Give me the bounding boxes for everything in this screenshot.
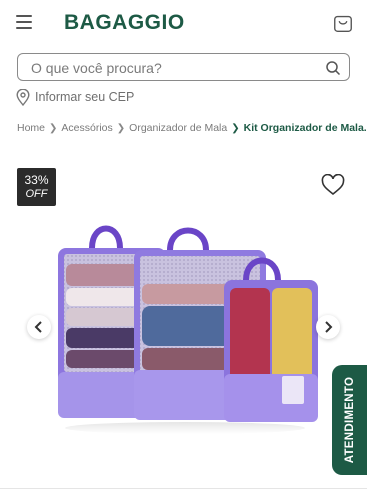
chevron-right-icon: ❯ [49,122,58,134]
chevron-left-icon [34,321,42,333]
carousel-prev-button[interactable] [27,315,51,339]
search-bar [17,53,350,81]
chevron-right-icon: ❯ [231,122,240,134]
carousel-next-button[interactable] [316,315,340,339]
brand-logo[interactable]: BAGAGGIO [64,11,185,35]
location-pin-icon [16,88,30,106]
discount-percent: 33% [24,173,49,187]
breadcrumb-acessorios[interactable]: Acessórios [61,122,112,134]
chevron-right-icon [325,321,333,333]
breadcrumb: Home ❯ Acessórios ❯ Organizador de Mala … [17,122,367,134]
site-header: BAGAGGIO [0,0,367,46]
heart-outline-icon[interactable] [321,174,345,196]
discount-badge: 33% OFF [17,168,56,206]
discount-off-label: OFF [25,188,48,200]
support-label: ATENDIMENTO [343,376,356,464]
hamburger-menu-icon[interactable] [16,15,32,29]
cep-label: Informar seu CEP [35,90,135,104]
breadcrumb-current: Kit Organizador de Mala... [243,122,367,134]
search-input[interactable] [31,57,311,78]
cep-link[interactable]: Informar seu CEP [16,88,134,106]
shopping-bag-icon[interactable] [332,12,354,34]
product-image[interactable] [50,210,320,440]
divider [0,488,367,489]
search-icon[interactable] [325,60,341,76]
breadcrumb-home[interactable]: Home [17,122,45,134]
breadcrumb-organizador[interactable]: Organizador de Mala [129,122,227,134]
chevron-right-icon: ❯ [116,122,126,134]
support-tab-button[interactable]: ATENDIMENTO [332,365,367,475]
